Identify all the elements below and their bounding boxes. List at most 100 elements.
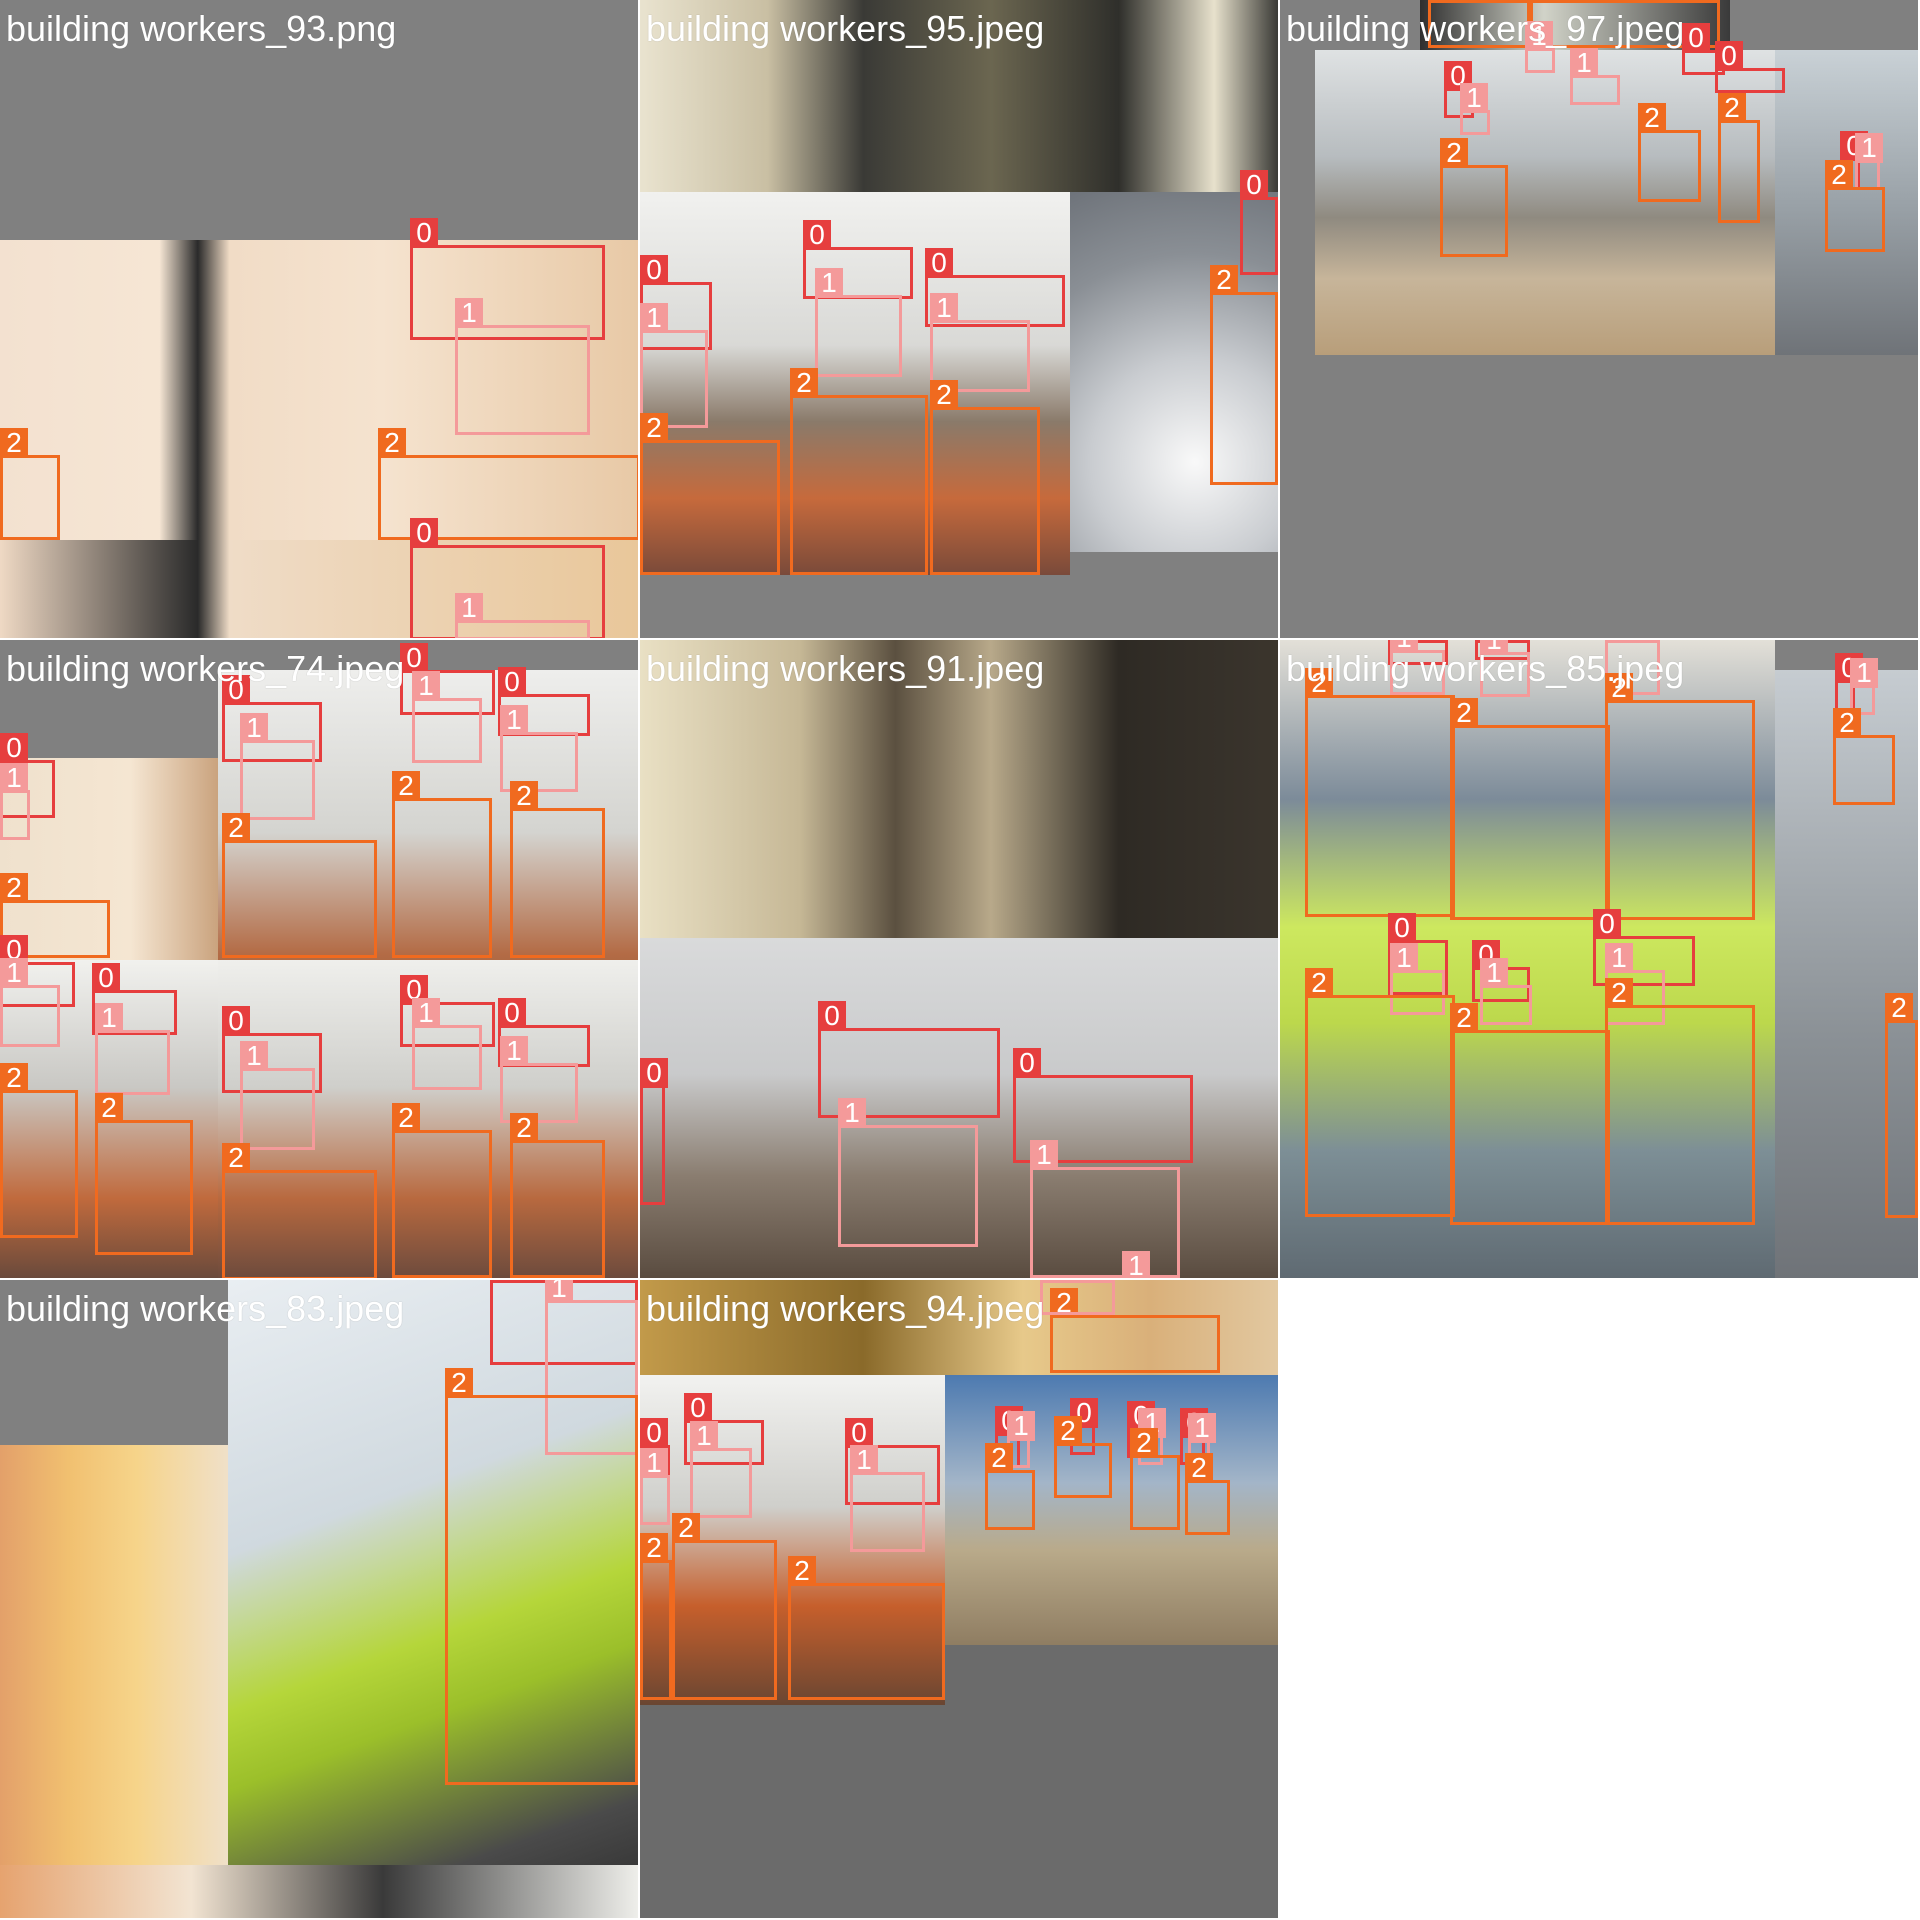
class-label: 2 — [1718, 93, 1746, 123]
bounding-box-class-1: 1 — [850, 1445, 925, 1552]
bounding-box-class-1: 1 — [95, 1003, 170, 1095]
class-label: 2 — [392, 1103, 420, 1133]
class-label: 2 — [1185, 1453, 1213, 1483]
class-label: 0 — [1682, 23, 1710, 53]
class-label: 1 — [1460, 83, 1488, 113]
bounding-box-class-2: 2 — [1605, 673, 1755, 920]
class-label: 1 — [1570, 48, 1598, 78]
bounding-box-class-2: 2 — [985, 1443, 1035, 1530]
bounding-box-class-2: 2 — [1605, 978, 1755, 1225]
bounding-box-class-2: 2 — [1638, 103, 1701, 202]
tile-filename: building workers_93.png — [6, 8, 397, 49]
class-label: 0 — [925, 248, 953, 278]
class-label: 1 — [455, 298, 483, 328]
photo-region — [1315, 50, 1775, 355]
class-label: 1 — [1188, 1413, 1216, 1443]
class-label: 1 — [545, 1280, 573, 1303]
bounding-box-class-2: 2 — [1450, 698, 1610, 920]
bounding-box-class-2: 2 — [392, 1103, 492, 1278]
class-label: 1 — [240, 713, 268, 743]
class-label: 1 — [95, 1003, 123, 1033]
mosaic-tile: 0 1 2 0 1 2 0 1 2 0 2 building workers_95.jpeg — [640, 0, 1278, 638]
bounding-box-class-0: 0 — [640, 1058, 668, 1205]
bounding-box-class-2: 2 — [1050, 1288, 1220, 1373]
tile-filename: building workers_95.jpeg — [646, 8, 1045, 49]
bounding-box-class-2: 2 — [510, 1113, 605, 1278]
class-label: 2 — [378, 428, 406, 458]
class-label: 2 — [445, 1368, 473, 1398]
class-label: 2 — [392, 771, 420, 801]
mosaic-tile: 0 1 2 building workers_83.jpeg — [0, 1280, 638, 1918]
class-label: 2 — [0, 873, 28, 903]
bounding-box-class-2: 2 — [1825, 160, 1885, 252]
class-label: 1 — [500, 1036, 528, 1066]
bounding-box-class-0: 0 — [1240, 170, 1278, 275]
bounding-box-class-1: 1 — [838, 1098, 978, 1247]
tile-filename: building workers_83.jpeg — [6, 1288, 405, 1329]
class-label: 2 — [1833, 708, 1861, 738]
class-label: 1 — [690, 1421, 718, 1451]
class-label: 2 — [0, 428, 28, 458]
class-label: 2 — [1605, 978, 1633, 1008]
class-label: 1 — [640, 303, 668, 333]
class-label: 2 — [95, 1093, 123, 1123]
bounding-box-class-2: 2 — [1210, 265, 1278, 485]
class-label: 0 — [222, 1006, 250, 1036]
tile-filename: building workers_97.jpeg — [1286, 8, 1685, 49]
bounding-box-class-1: 1 — [1570, 48, 1620, 105]
tile-filename: building workers_74.jpeg — [6, 648, 405, 689]
bounding-box-class-2: 2 — [392, 771, 492, 958]
bounding-box-class-1: 1 — [240, 713, 315, 820]
photo-region — [0, 1865, 638, 1918]
class-label: 0 — [684, 1393, 712, 1423]
class-label: 1 — [930, 293, 958, 323]
bounding-box-class-2: 2 — [1185, 1453, 1230, 1535]
bounding-box-class-2: 2 — [790, 368, 928, 575]
bounding-box-class-2: 2 — [1718, 93, 1760, 223]
bounding-box-class-2: 2 — [672, 1513, 777, 1700]
bounding-box-class-2: 2 — [788, 1556, 945, 1700]
class-label: 0 — [640, 1418, 668, 1448]
class-label: 1 — [1040, 1280, 1068, 1283]
class-label: 2 — [510, 781, 538, 811]
bounding-box-class-2: 2 — [1450, 1003, 1610, 1225]
bounding-box-class-1: 1 — [455, 593, 590, 638]
bounding-box-class-2: 2 — [1885, 993, 1918, 1218]
class-label: 2 — [1054, 1416, 1082, 1446]
bounding-box-class-1: 1 — [640, 1448, 670, 1525]
bounding-box-class-1: 1 — [1525, 21, 1555, 73]
class-label: 2 — [1210, 265, 1238, 295]
class-label: 2 — [930, 380, 958, 410]
bounding-box-class-1: 1 — [1480, 958, 1532, 1025]
tile-filename: building workers_85.jpeg — [1286, 648, 1685, 689]
bounding-box-class-2: 2 — [640, 1533, 672, 1700]
bounding-box-class-1: 1 — [0, 763, 30, 840]
class-label: 2 — [1450, 698, 1478, 728]
class-label: 2 — [1885, 993, 1913, 1023]
class-label: 1 — [850, 1445, 878, 1475]
class-label: 0 — [498, 667, 526, 697]
class-label: 1 — [1480, 958, 1508, 988]
class-label: 2 — [788, 1556, 816, 1586]
bounding-box-class-2: 2 — [1305, 968, 1455, 1217]
bounding-box-class-1: 1 — [1040, 1280, 1115, 1315]
mosaic-tile: 0 1 0 1 0 1 building workers_91.jpeg — [640, 640, 1278, 1278]
class-label: 0 — [410, 518, 438, 548]
class-label: 0 — [818, 1001, 846, 1031]
class-label: 0 — [1240, 170, 1268, 200]
bounding-box-class-2: 2 — [1305, 668, 1455, 917]
class-label: 1 — [0, 958, 28, 988]
class-label: 0 — [498, 998, 526, 1028]
class-label: 1 — [500, 705, 528, 735]
bounding-box-class-2: 2 — [1440, 138, 1508, 257]
bounding-box-class-0: 0 — [1715, 41, 1785, 93]
bounding-box-class-2: 2 — [0, 1063, 78, 1238]
class-label: 2 — [222, 1143, 250, 1173]
class-label: 1 — [0, 763, 28, 793]
tile-filename: building workers_91.jpeg — [646, 648, 1045, 689]
bounding-box-class-1: 1 — [0, 958, 60, 1047]
class-label: 2 — [1825, 160, 1853, 190]
tile-filename: building workers_94.jpeg — [646, 1288, 1045, 1329]
bounding-box-class-1: 1 — [690, 1421, 752, 1518]
class-label: 2 — [222, 813, 250, 843]
